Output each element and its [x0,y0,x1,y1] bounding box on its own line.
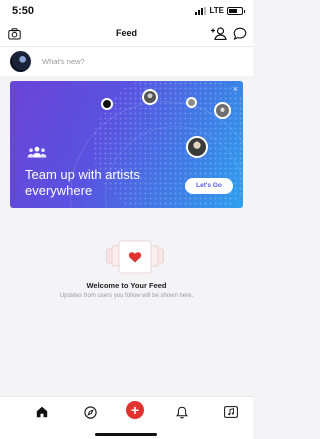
composer-placeholder[interactable]: What's new? [42,57,85,66]
artist-avatar [101,98,113,110]
feed-header: Feed [0,22,253,46]
signal-icon [195,6,207,15]
close-icon[interactable]: × [233,84,238,94]
create-icon: + [126,401,144,419]
add-user-icon[interactable] [210,27,227,40]
tab-notifications[interactable] [172,404,192,420]
post-composer[interactable]: What's new? [0,46,253,76]
music-icon [224,406,238,418]
status-indicators: LTE [195,6,245,15]
empty-feed-illustration [106,240,164,274]
artist-avatar [214,102,231,119]
explore-icon [83,405,97,419]
battery-icon [227,6,245,15]
status-bar: 5:50 LTE [0,0,253,22]
banner-title: Team up with artists everywhere [25,167,140,198]
tab-music[interactable] [221,404,241,420]
network-type: LTE [209,6,224,15]
bell-icon [176,406,188,419]
home-icon [36,406,48,418]
status-time: 5:50 [12,5,35,17]
artist-avatar [186,97,197,108]
chat-icon[interactable] [233,27,247,40]
home-indicator [95,433,157,436]
empty-state-subtitle: Updates from users you follow will be sh… [59,293,194,299]
empty-state-title: Welcome to Your Feed [86,281,167,290]
avatar[interactable] [10,51,31,72]
artist-avatar [142,89,158,105]
lets-go-button[interactable]: Let's Go [185,178,233,194]
tab-create[interactable]: + [125,401,145,419]
artist-avatar [186,136,208,158]
tab-explore[interactable] [80,404,100,420]
users-icon [27,146,47,158]
promo-banner: × Team up with artists everywhere Let's … [10,81,243,208]
tab-home[interactable] [32,404,52,420]
